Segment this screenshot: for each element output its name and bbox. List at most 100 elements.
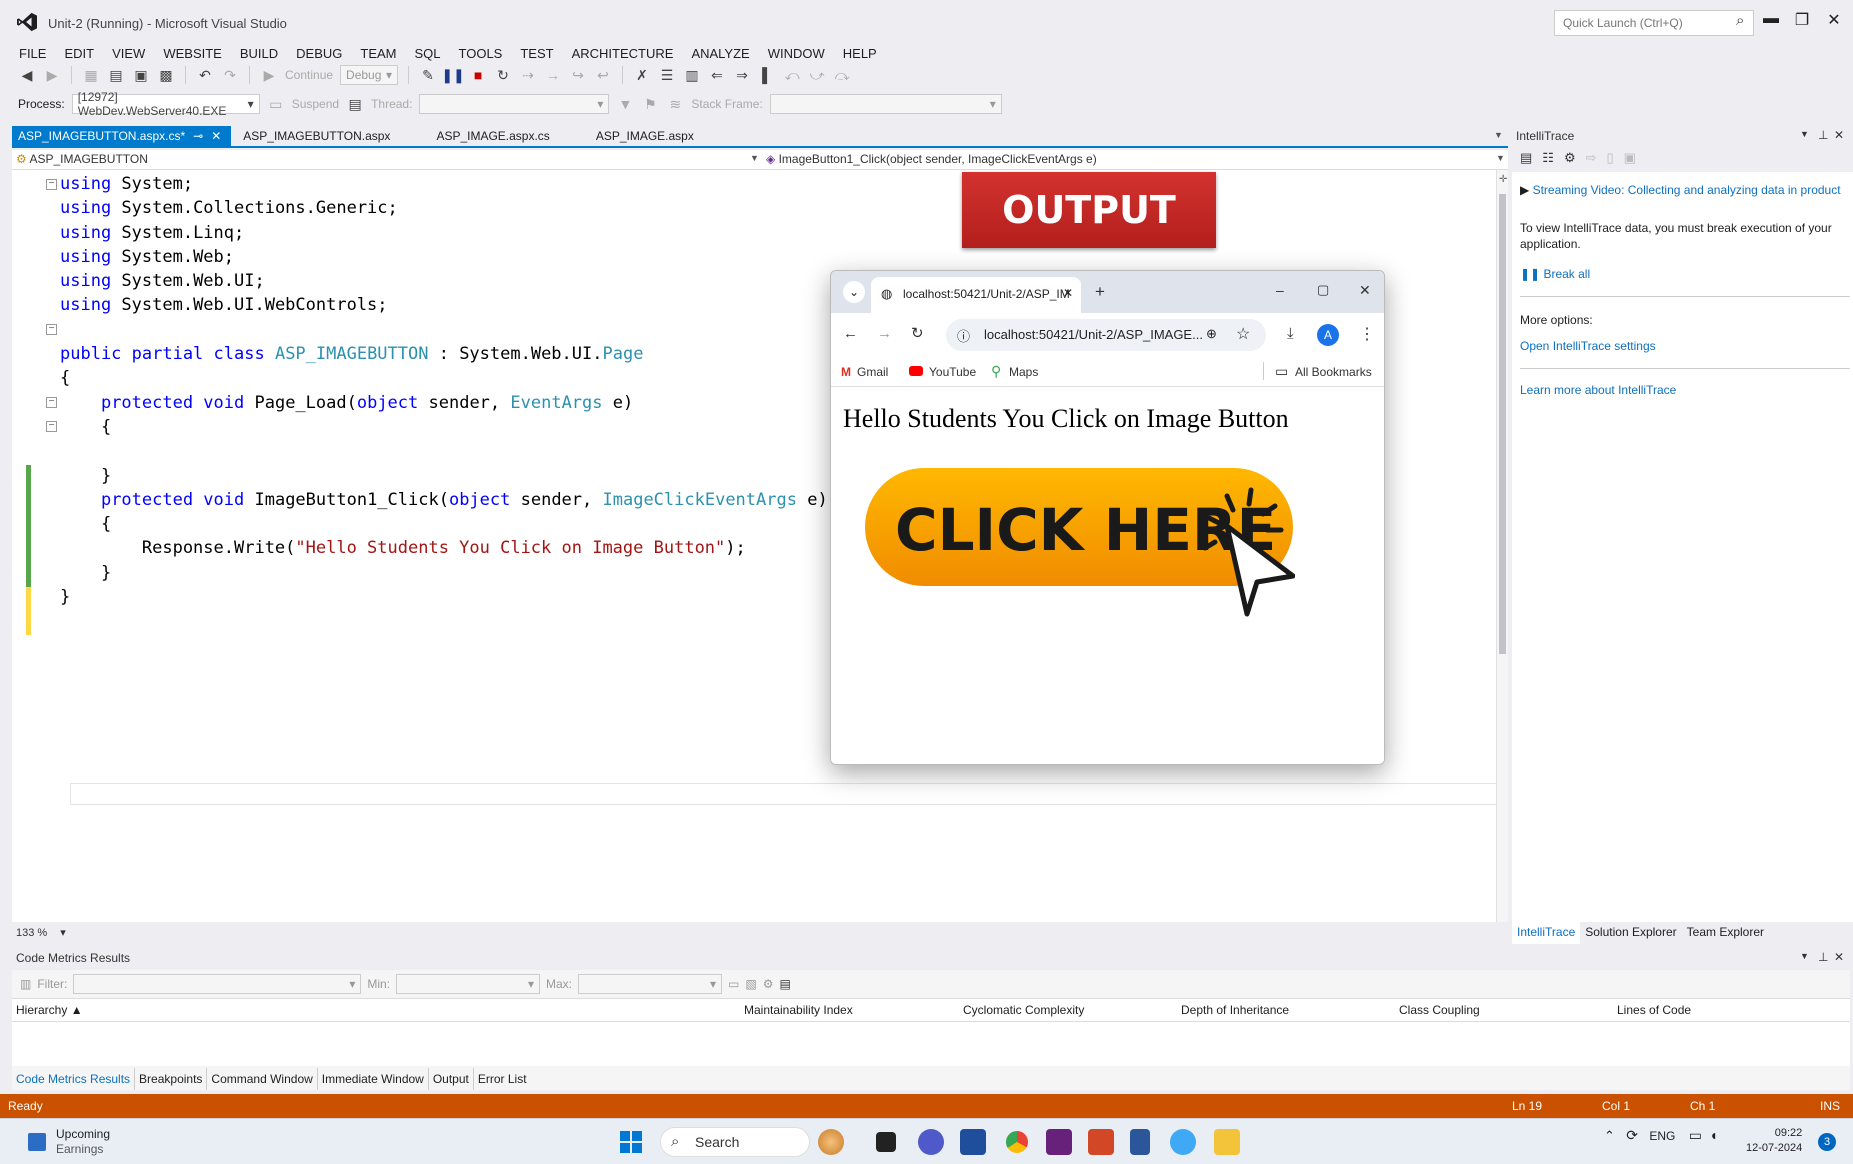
file-explorer-icon[interactable] bbox=[1214, 1129, 1240, 1155]
calls-view-icon[interactable]: ☷ bbox=[1542, 150, 1554, 170]
back-icon[interactable]: ← bbox=[843, 325, 858, 342]
browser-tab[interactable]: ◍ localhost:50421/Unit-2/ASP_IM ✕ bbox=[871, 277, 1081, 313]
pin-icon[interactable]: ⊥ bbox=[1818, 128, 1828, 142]
tab-intellitrace[interactable]: IntelliTrace bbox=[1512, 922, 1581, 944]
pin-icon[interactable]: ⊸ bbox=[193, 126, 203, 146]
column-cyclomatic-complexity[interactable]: Cyclomatic Complexity bbox=[963, 1003, 1084, 1017]
member-dropdown[interactable]: ◈ ImageButton1_Click(object sender, Imag… bbox=[766, 152, 1097, 166]
show-next-statement-icon[interactable]: ⇢ bbox=[519, 66, 537, 84]
break-all-icon[interactable]: ❚❚ bbox=[441, 66, 464, 84]
code-text[interactable]: using System; using System.Collections.G… bbox=[60, 172, 828, 609]
quick-launch-input[interactable]: Quick Launch (Ctrl+Q) bbox=[1554, 10, 1754, 36]
stop-icon[interactable]: ■ bbox=[469, 66, 487, 84]
minimize-button[interactable]: ▬ bbox=[1759, 10, 1783, 28]
open-log-icon[interactable]: ▯ bbox=[1607, 150, 1614, 170]
tab-team-explorer[interactable]: Team Explorer bbox=[1682, 922, 1769, 944]
events-view-icon[interactable]: ▤ bbox=[1520, 150, 1532, 170]
tab-search-icon[interactable]: ⌄ bbox=[843, 281, 865, 303]
sync-icon[interactable]: ⟳ bbox=[1626, 1127, 1638, 1143]
open-settings-link[interactable]: Open IntelliTrace settings bbox=[1520, 338, 1850, 354]
stack-frame-select[interactable]: ▾ bbox=[769, 94, 1002, 114]
redo-icon[interactable]: ↷ bbox=[221, 66, 239, 84]
close-icon[interactable]: ✕ bbox=[1359, 282, 1371, 299]
close-icon[interactable]: ✕ bbox=[211, 126, 221, 146]
max-input[interactable]: ▾ bbox=[578, 974, 723, 994]
back-nav-icon[interactable]: ◀ bbox=[18, 66, 36, 84]
info-icon[interactable]: ⓘ bbox=[957, 326, 970, 345]
close-button[interactable]: ✕ bbox=[1822, 10, 1846, 30]
minimize-icon[interactable]: – bbox=[1276, 282, 1284, 298]
zoom-icon[interactable]: ⊕ bbox=[1206, 326, 1217, 342]
save-icon[interactable]: ▣ bbox=[132, 66, 150, 84]
filter-icon[interactable]: ▼ bbox=[616, 95, 634, 113]
undo-icon[interactable]: ↶ bbox=[196, 66, 214, 84]
list-icon[interactable]: ▥ bbox=[683, 66, 701, 84]
column-class-coupling[interactable]: Class Coupling bbox=[1399, 1003, 1480, 1017]
store-icon[interactable] bbox=[960, 1129, 986, 1155]
powerpoint-icon[interactable] bbox=[1088, 1129, 1114, 1155]
network-icon[interactable]: ▭ bbox=[1689, 1127, 1702, 1143]
restart-icon[interactable]: ↻ bbox=[494, 66, 512, 84]
tab-breakpoints[interactable]: Breakpoints bbox=[135, 1068, 208, 1090]
bookmark-prev-icon[interactable]: ⤺ bbox=[783, 66, 801, 84]
pin-icon[interactable]: ⊥ bbox=[1818, 950, 1828, 964]
streaming-video-link[interactable]: ▶ Streaming Video: Collecting and analyz… bbox=[1520, 182, 1850, 198]
close-icon[interactable]: ✕ bbox=[1834, 950, 1844, 964]
save-log-icon[interactable]: ▣ bbox=[1624, 150, 1636, 170]
tab-command-window[interactable]: Command Window bbox=[207, 1068, 318, 1090]
notification-badge[interactable]: 3 bbox=[1818, 1133, 1836, 1151]
tab-asp-image-cs[interactable]: ASP_IMAGE.aspx.cs bbox=[430, 126, 559, 146]
editor-vertical-scrollbar[interactable]: ✛ bbox=[1496, 170, 1508, 922]
all-bookmarks[interactable]: All Bookmarks bbox=[1295, 365, 1372, 379]
tab-error-list[interactable]: Error List bbox=[474, 1068, 531, 1090]
excel-icon[interactable]: ▧ bbox=[745, 977, 756, 991]
scroll-thumb[interactable] bbox=[1499, 194, 1506, 654]
previous-bookmark-icon[interactable]: ⇐ bbox=[708, 66, 726, 84]
process-select[interactable]: [12972] WebDev.WebServer40.EXE ▾ bbox=[71, 90, 260, 118]
min-input[interactable]: ▾ bbox=[396, 974, 541, 994]
step-over-icon[interactable]: ↪ bbox=[569, 66, 587, 84]
close-tab-icon[interactable]: ✕ bbox=[1063, 286, 1073, 300]
filter-select[interactable]: ▾ bbox=[73, 974, 362, 994]
forward-icon[interactable]: → bbox=[877, 325, 892, 342]
zoom-level[interactable]: 133 % bbox=[16, 927, 47, 939]
chevron-down-icon[interactable]: ▼ bbox=[1800, 129, 1809, 139]
break-all-link[interactable]: ❚❚ Break all bbox=[1520, 266, 1850, 282]
task-view-icon[interactable] bbox=[876, 1132, 896, 1152]
stocks-icon[interactable] bbox=[28, 1133, 46, 1151]
continue-icon[interactable]: ▶ bbox=[260, 66, 278, 84]
chevron-down-icon[interactable]: ▼ bbox=[1496, 153, 1505, 163]
click-here-image-button[interactable]: CLICK HERE bbox=[865, 468, 1295, 623]
chevron-up-icon[interactable]: ⌃ bbox=[1604, 1128, 1615, 1143]
expand-icon[interactable]: ▭ bbox=[728, 977, 739, 991]
suspend-icon[interactable]: ▭ bbox=[267, 95, 285, 113]
chrome-icon[interactable] bbox=[1004, 1129, 1030, 1155]
tab-list-dropdown-icon[interactable]: ▼ bbox=[1494, 130, 1503, 140]
bookmark-clear-icon[interactable]: ⤼ bbox=[833, 66, 851, 84]
download-icon[interactable]: ⤓ bbox=[1287, 325, 1294, 342]
export-icon[interactable]: ▤ bbox=[779, 977, 790, 991]
language-indicator[interactable]: ENG bbox=[1649, 1129, 1675, 1143]
tab-asp-image-aspx[interactable]: ASP_IMAGE.aspx bbox=[590, 126, 704, 146]
tab-asp-imagebutton-aspx[interactable]: ASP_IMAGEBUTTON.aspx bbox=[237, 126, 400, 146]
split-icon[interactable]: ✛ bbox=[1499, 174, 1507, 185]
flag-icon[interactable]: ⚑ bbox=[641, 95, 659, 113]
navigate-icon[interactable]: ⇨ bbox=[1586, 150, 1597, 170]
collapse-icon[interactable]: − bbox=[46, 397, 57, 408]
notepad-icon[interactable] bbox=[1130, 1129, 1150, 1155]
address-bar[interactable]: ⓘ localhost:50421/Unit-2/ASP_IMAGE... ⊕ … bbox=[946, 319, 1266, 351]
clock[interactable]: 09:22 12-07-2024 bbox=[1746, 1126, 1802, 1156]
learn-more-link[interactable]: Learn more about IntelliTrace bbox=[1520, 382, 1850, 398]
bookmark-icon[interactable]: ▌ bbox=[758, 66, 776, 84]
chevron-down-icon[interactable]: ▼ bbox=[750, 153, 759, 163]
column-hierarchy[interactable]: Hierarchy ▲ bbox=[16, 1003, 83, 1017]
search-highlight-icon[interactable] bbox=[818, 1129, 844, 1155]
reload-icon[interactable]: ↻ bbox=[911, 324, 924, 342]
hex-display-icon[interactable]: ✗ bbox=[633, 66, 651, 84]
windows-start-icon[interactable] bbox=[620, 1131, 642, 1153]
visual-studio-taskbar-icon[interactable] bbox=[1046, 1129, 1072, 1155]
chevron-down-icon[interactable]: ▾ bbox=[60, 927, 66, 939]
star-icon[interactable]: ☆ bbox=[1236, 324, 1250, 344]
new-tab-icon[interactable]: + bbox=[1095, 282, 1105, 302]
class-dropdown[interactable]: ⚙ ASP_IMAGEBUTTON bbox=[16, 152, 148, 166]
